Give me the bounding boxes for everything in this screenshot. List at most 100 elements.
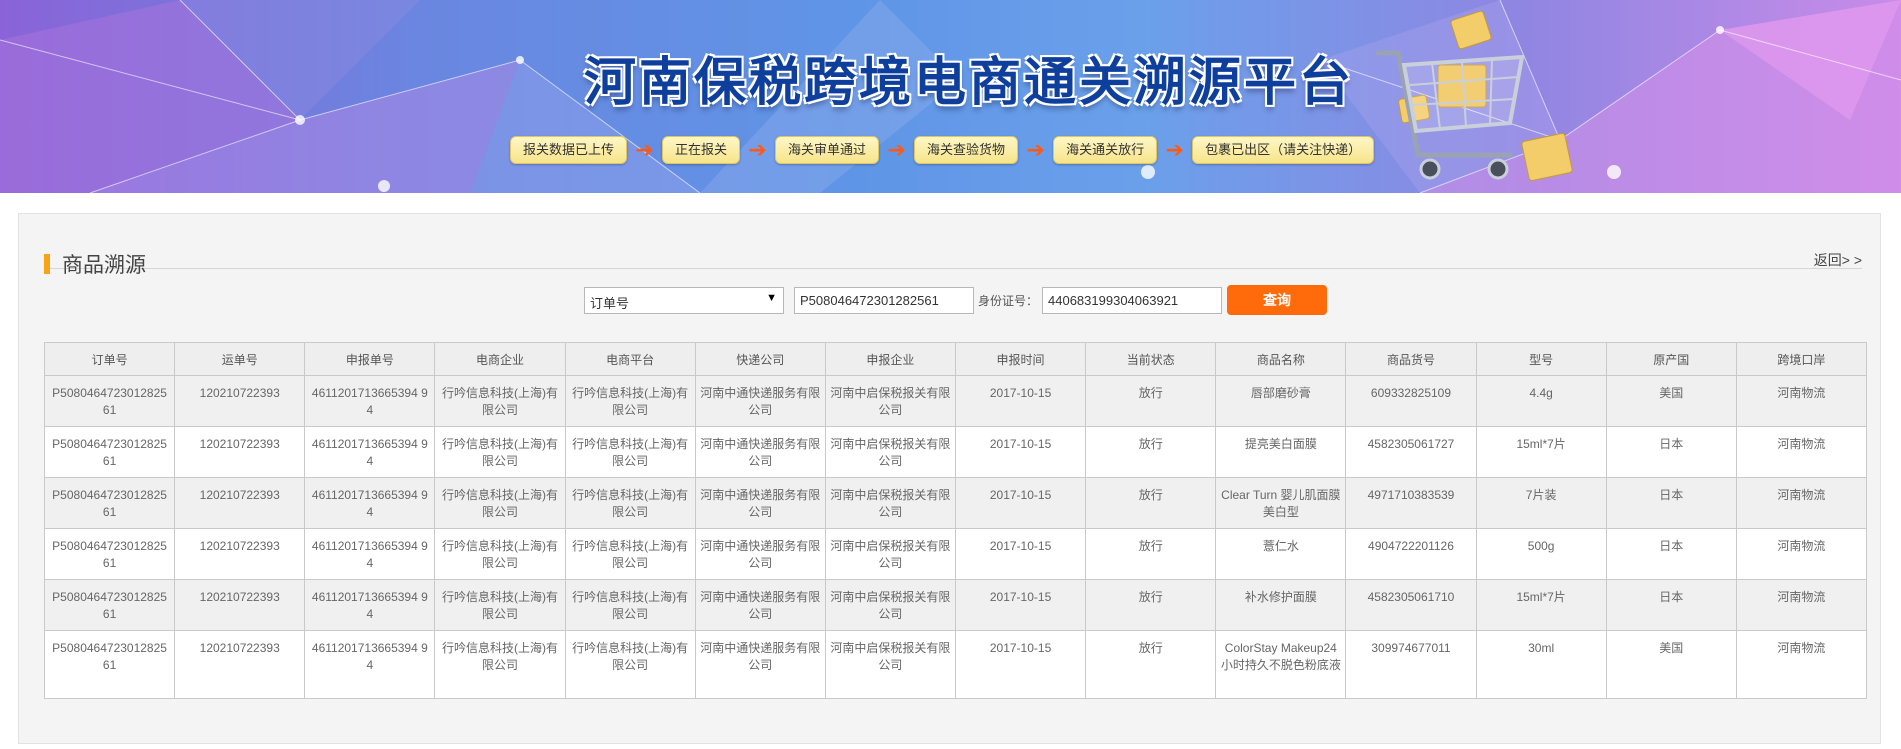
table-cell: 行吟信息科技(上海)有限公司 (434, 528, 566, 580)
table-cell: 120210722393 (174, 477, 306, 529)
table-cell: P508046472301282561 (43, 579, 176, 631)
table-cell: 河南物流 (1735, 375, 1868, 427)
trace-table: 订单号 运单号 申报单号 电商企业 电商平台 快递公司 申报企业 申报时间 当前… (43, 342, 1868, 699)
table-cell: 500g (1475, 528, 1607, 580)
table-row: P508046472301282561 120210722393 4611201… (43, 426, 1868, 478)
col-header: 商品名称 (1215, 342, 1347, 376)
table-cell: 河南物流 (1735, 477, 1868, 529)
table-cell: 2017-10-15 (954, 375, 1087, 427)
search-type-select[interactable]: 订单号 ▼ (584, 286, 784, 314)
table-cell: 行吟信息科技(上海)有限公司 (564, 375, 696, 427)
table-cell: P508046472301282561 (43, 375, 176, 427)
table-cell: 行吟信息科技(上海)有限公司 (564, 426, 696, 478)
table-cell: 河南中通快递服务有限公司 (694, 630, 826, 699)
id-number-input[interactable] (1042, 286, 1223, 314)
title-accent-bar (44, 254, 50, 274)
table-cell: 河南中启保税报关有限公司 (824, 375, 956, 427)
table-cell: 15ml*7片 (1475, 426, 1607, 478)
table-cell: 309974677011 (1345, 630, 1477, 699)
table-cell: P508046472301282561 (43, 477, 176, 529)
table-cell: 行吟信息科技(上海)有限公司 (564, 630, 696, 699)
table-cell: 4611201713665394 94 (304, 477, 436, 529)
id-number-label: 身份证号： (978, 293, 1039, 308)
table-cell: 120210722393 (174, 528, 306, 580)
table-cell: 河南中启保税报关有限公司 (824, 477, 956, 529)
table-cell: 放行 (1085, 426, 1217, 478)
table-header-row: 订单号 运单号 申报单号 电商企业 电商平台 快递公司 申报企业 申报时间 当前… (43, 342, 1868, 376)
col-header: 订单号 (43, 342, 176, 376)
table-cell: 河南中通快递服务有限公司 (694, 579, 826, 631)
search-bar: 订单号 ▼ 身份证号： 查询 (584, 284, 1328, 316)
table-cell: 放行 (1085, 579, 1217, 631)
table-cell: 120210722393 (174, 426, 306, 478)
col-header: 电商企业 (434, 342, 566, 376)
table-cell: 河南中启保税报关有限公司 (824, 426, 956, 478)
arrow-right-icon: ➔ (1026, 137, 1045, 162)
table-cell: 河南中启保税报关有限公司 (824, 579, 956, 631)
table-cell: 4611201713665394 94 (304, 375, 436, 427)
col-header: 商品货号 (1345, 342, 1477, 376)
table-cell: 放行 (1085, 375, 1217, 427)
table-cell: 放行 (1085, 477, 1217, 529)
table-cell: 河南中启保税报关有限公司 (824, 630, 956, 699)
table-cell: 15ml*7片 (1475, 579, 1607, 631)
header-banner: 河南保税跨境电商通关溯源平台 报关数据已上传 ➔ 正在报关 ➔ 海关审单通过 ➔… (0, 0, 1901, 193)
table-cell: 美国 (1605, 630, 1737, 699)
table-cell: 4611201713665394 94 (304, 426, 436, 478)
customs-progress-steps: 报关数据已上传 ➔ 正在报关 ➔ 海关审单通过 ➔ 海关查验货物 ➔ 海关通关放… (510, 136, 1375, 164)
step-data-uploaded: 报关数据已上传 (510, 136, 628, 164)
table-cell: ColorStay Makeup24小时持久不脱色粉底液 (1215, 630, 1347, 699)
table-row: P508046472301282561 120210722393 4611201… (43, 528, 1868, 580)
trace-panel: 商品溯源 返回> > 订单号 ▼ 身份证号： 查询 订单号 运单号 申报单号 电… (18, 213, 1881, 744)
table-cell: 日本 (1605, 528, 1737, 580)
order-number-input[interactable] (794, 286, 974, 314)
caret-down-icon: ▼ (766, 291, 777, 304)
step-left-zone: 包裹已出区（请关注快递） (1192, 136, 1375, 164)
table-cell: 120210722393 (174, 375, 306, 427)
platform-title: 河南保税跨境电商通关溯源平台 (584, 53, 1355, 113)
back-link[interactable]: 返回> > (1814, 250, 1862, 270)
table-cell: 行吟信息科技(上海)有限公司 (434, 579, 566, 631)
table-cell: 120210722393 (174, 579, 306, 631)
arrow-right-icon: ➔ (748, 137, 767, 162)
table-cell: 4611201713665394 94 (304, 579, 436, 631)
table-cell: 放行 (1085, 528, 1217, 580)
table-cell: 河南中通快递服务有限公司 (694, 477, 826, 529)
table-cell: 4611201713665394 94 (304, 528, 436, 580)
table-cell: 美国 (1605, 375, 1737, 427)
table-cell: 唇部磨砂膏 (1215, 375, 1347, 427)
col-header: 型号 (1475, 342, 1607, 376)
step-review-passed: 海关审单通过 (775, 136, 880, 164)
table-cell: 河南中通快递服务有限公司 (694, 375, 826, 427)
col-header: 申报企业 (824, 342, 956, 376)
table-cell: 河南物流 (1735, 579, 1868, 631)
table-cell: 4582305061727 (1345, 426, 1477, 478)
table-cell: 薏仁水 (1215, 528, 1347, 580)
col-header: 电商平台 (564, 342, 696, 376)
table-cell: 2017-10-15 (954, 477, 1087, 529)
step-inspection: 海关查验货物 (914, 136, 1019, 164)
table-cell: 4611201713665394 94 (304, 630, 436, 699)
table-cell: 120210722393 (174, 630, 306, 699)
table-cell: 行吟信息科技(上海)有限公司 (564, 477, 696, 529)
section-header: 商品溯源 返回> > (44, 232, 1862, 277)
table-cell: 2017-10-15 (954, 579, 1087, 631)
col-header: 快递公司 (694, 342, 826, 376)
table-cell: P508046472301282561 (43, 426, 176, 478)
table-cell: 日本 (1605, 477, 1737, 529)
table-cell: 2017-10-15 (954, 630, 1087, 699)
col-header: 运单号 (174, 342, 306, 376)
col-header: 当前状态 (1085, 342, 1217, 376)
table-row: P508046472301282561 120210722393 4611201… (43, 375, 1868, 427)
table-cell: 30ml (1475, 630, 1607, 699)
table-cell: 河南物流 (1735, 630, 1868, 699)
shopping-cart-icon (1375, 10, 1573, 182)
table-cell: 4904722201126 (1345, 528, 1477, 580)
table-cell: P508046472301282561 (43, 630, 176, 699)
step-released: 海关通关放行 (1053, 136, 1158, 164)
query-button[interactable]: 查询 (1227, 285, 1328, 315)
table-cell: 4971710383539 (1345, 477, 1477, 529)
table-row: P508046472301282561 120210722393 4611201… (43, 477, 1868, 529)
table-cell: 4.4g (1475, 375, 1607, 427)
col-header: 原产国 (1605, 342, 1737, 376)
